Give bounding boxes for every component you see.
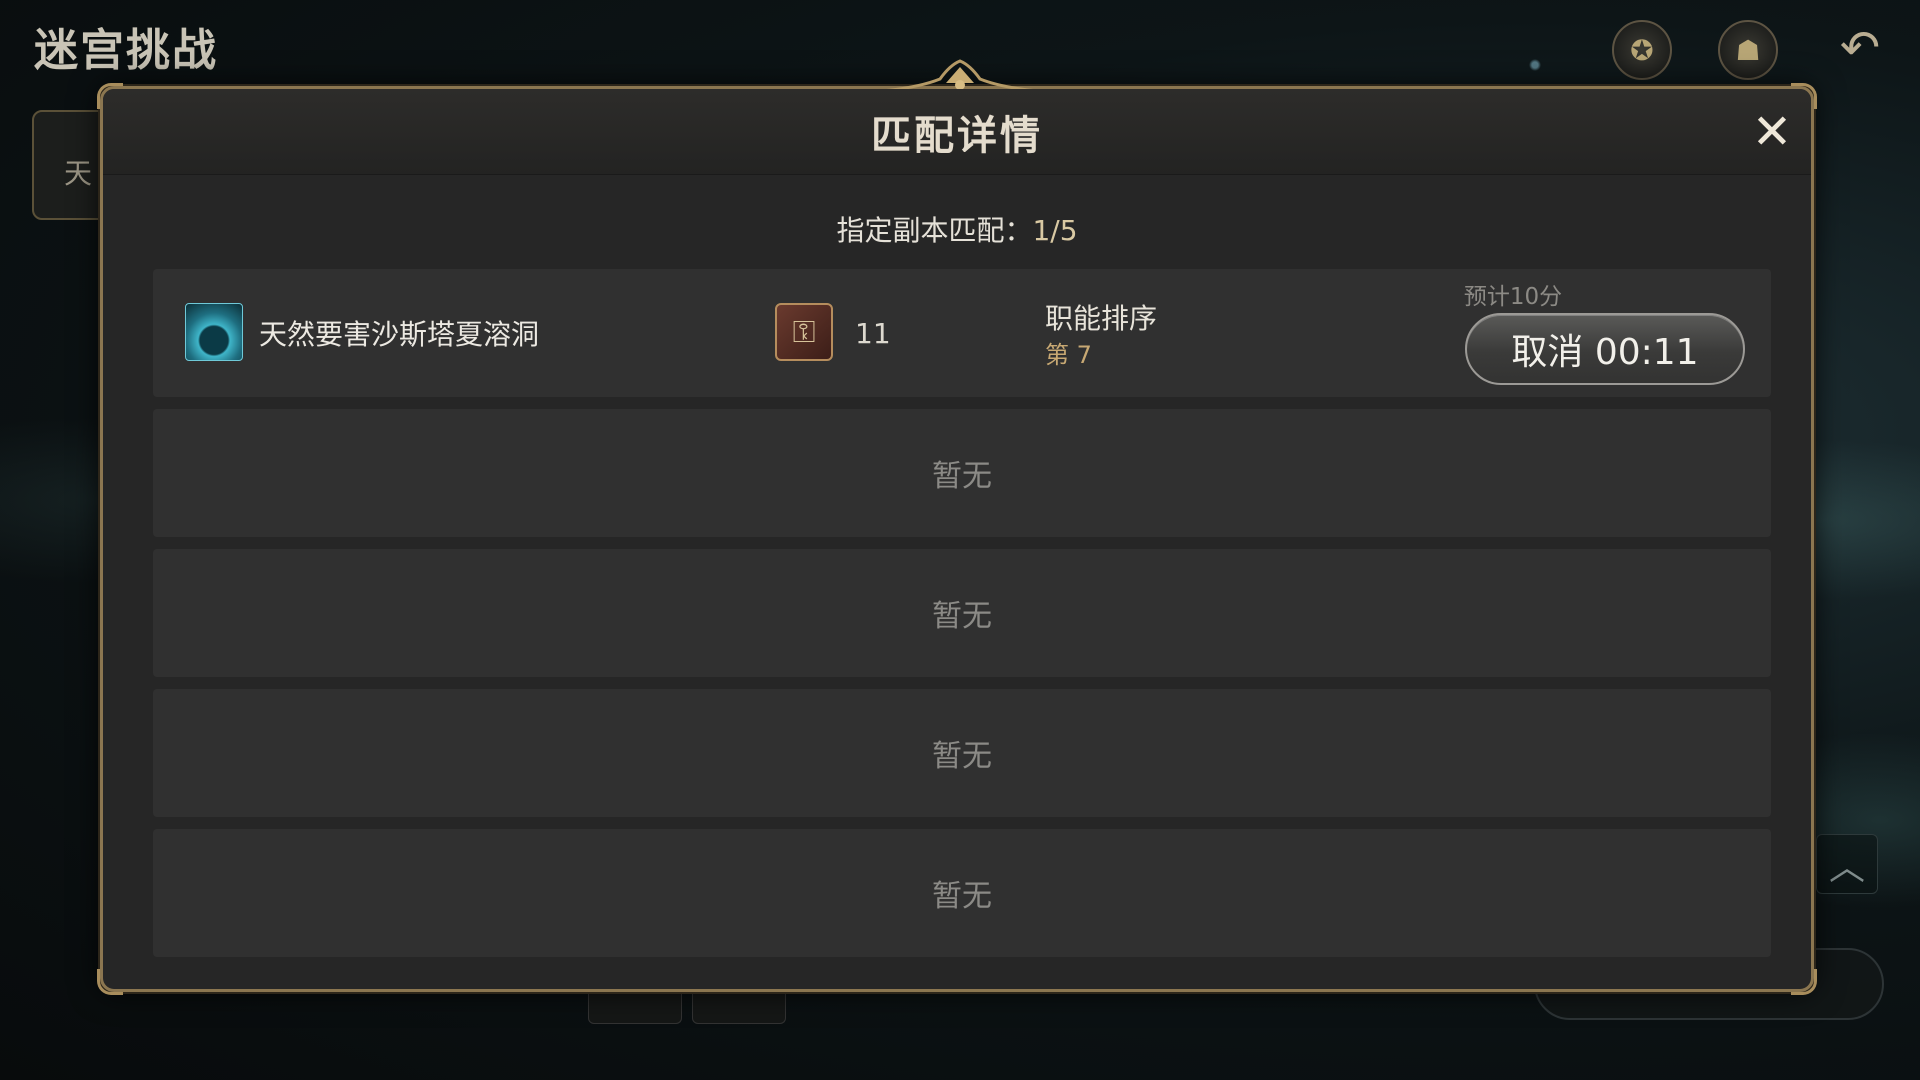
modal-title: 匹配详情 [871,111,1043,159]
dungeon-icon [185,303,243,361]
back-icon[interactable]: ↶ [1828,18,1892,78]
match-count: 1/5 [1032,214,1078,247]
match-list: 天然要害沙斯塔夏溶洞 ⚿ 11 职能排序 第 7 预计10分 取消 00:11 … [153,269,1771,969]
empty-label: 暂无 [932,459,992,494]
background-slot [692,990,786,1024]
corner-ornament [97,969,123,995]
empty-label: 暂无 [932,739,992,774]
list-item: 暂无 [153,549,1771,677]
list-item: 暂无 [153,829,1771,957]
team-icon[interactable]: ☗ [1718,20,1778,80]
key-icon: ⚿ [775,303,833,361]
key-count: 11 [855,317,891,350]
dungeon-name: 天然要害沙斯塔夏溶洞 [259,318,540,351]
empty-label: 暂无 [932,879,992,914]
close-icon[interactable]: ✕ [1747,107,1797,157]
role-sort-label: 职能排序 [1045,302,1158,335]
role-rank: 第 7 [1045,341,1092,369]
emblem-icon[interactable]: ✪ [1612,20,1672,80]
side-tab-label: 天 [64,157,93,190]
match-entry-active: 天然要害沙斯塔夏溶洞 ⚿ 11 职能排序 第 7 预计10分 取消 00:11 [153,269,1771,397]
modal-header: 匹配详情 ✕ [103,89,1811,175]
empty-label: 暂无 [932,599,992,634]
match-label: 指定副本匹配： [836,214,1033,247]
estimated-time: 预计10分 [1463,284,1563,310]
match-details-modal: 匹配详情 ✕ 指定副本匹配：1/5 天然要害沙斯塔夏溶洞 ⚿ 11 职能排序 第… [97,59,1817,995]
list-item: 暂无 [153,409,1771,537]
background-slot [588,990,682,1024]
chevron-up-icon[interactable]: ︿ [1816,834,1878,894]
list-item: 暂无 [153,689,1771,817]
page-title: 迷宫挑战 [34,25,218,76]
match-summary: 指定副本匹配：1/5 [103,209,1811,249]
cancel-match-button[interactable]: 取消 00:11 [1465,313,1745,385]
